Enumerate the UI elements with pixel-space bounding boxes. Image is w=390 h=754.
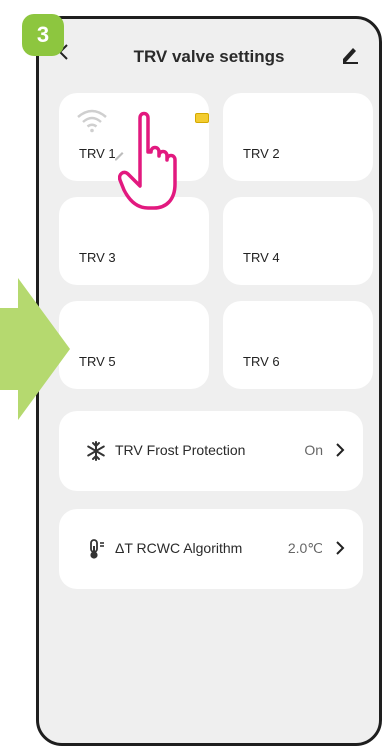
page-title: TRV valve settings bbox=[133, 47, 285, 66]
tile-trv-2[interactable]: TRV 2 bbox=[223, 93, 373, 181]
chevron-right-icon bbox=[336, 443, 345, 457]
tile-trv-5[interactable]: TRV 5 bbox=[59, 301, 209, 389]
header: TRV valve settings bbox=[39, 19, 379, 79]
snowflake-icon bbox=[87, 441, 105, 461]
thermometer-icon bbox=[90, 539, 104, 559]
battery-icon bbox=[195, 113, 209, 123]
tile-label: TRV 1 bbox=[79, 146, 116, 161]
tap-hand-icon bbox=[118, 111, 177, 210]
tile-label: TRV 3 bbox=[79, 250, 116, 265]
setting-label: TRV Frost Protection bbox=[115, 442, 246, 458]
step-number-badge: 3 bbox=[22, 14, 64, 56]
guide-arrow bbox=[0, 278, 70, 420]
setting-row-rcwc-algorithm[interactable]: ΔT RCWC Algorithm 2.0℃ bbox=[59, 509, 363, 589]
setting-row-frost-protection[interactable]: TRV Frost Protection On bbox=[59, 411, 363, 491]
setting-value: 2.0℃ bbox=[287, 540, 323, 556]
setting-label: ΔT RCWC Algorithm bbox=[115, 540, 243, 556]
tile-label: TRV 6 bbox=[243, 354, 280, 369]
phone-screen: TRV valve settings TRV 1 TRV 2 TRV 3 TRV… bbox=[36, 16, 382, 746]
tile-trv-4[interactable]: TRV 4 bbox=[223, 197, 373, 285]
chevron-right-icon bbox=[336, 541, 345, 555]
tile-label: TRV 5 bbox=[79, 354, 116, 369]
edit-icon[interactable] bbox=[339, 43, 361, 65]
wifi-icon bbox=[77, 109, 107, 133]
tile-trv-6[interactable]: TRV 6 bbox=[223, 301, 373, 389]
tile-label: TRV 4 bbox=[243, 250, 280, 265]
setting-value: On bbox=[304, 442, 323, 458]
tile-label: TRV 2 bbox=[243, 146, 280, 161]
